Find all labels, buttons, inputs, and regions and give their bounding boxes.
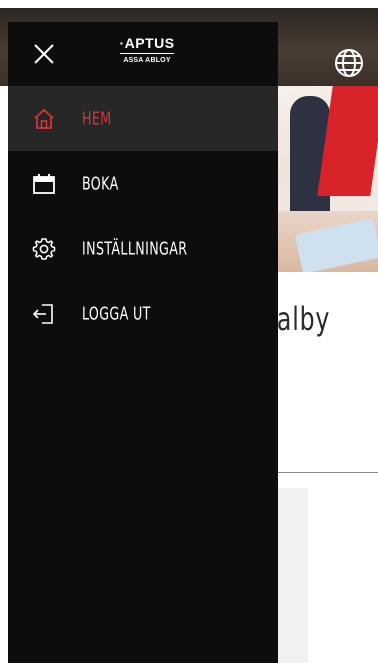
logo-main-text: ·APTUS	[119, 35, 175, 51]
menu-item-label: LOGGA UT	[82, 303, 151, 324]
hero-image	[270, 86, 378, 272]
close-button[interactable]	[26, 38, 62, 70]
navigation-drawer: ·APTUS ASSA ABLOY HEM BOKA INSTÄLLNINGAR…	[8, 22, 278, 663]
gear-icon	[32, 237, 56, 260]
menu-item-installningar[interactable]: INSTÄLLNINGAR	[8, 216, 278, 281]
menu-item-label: BOKA	[82, 173, 119, 194]
menu-item-hem[interactable]: HEM	[8, 86, 278, 151]
aptus-logo: ·APTUS ASSA ABLOY	[112, 34, 182, 74]
home-icon	[34, 108, 54, 129]
close-icon	[34, 44, 54, 64]
calendar-icon	[33, 173, 55, 194]
drawer-header: ·APTUS ASSA ABLOY	[8, 22, 278, 86]
divider	[270, 472, 378, 473]
language-button[interactable]	[332, 46, 366, 80]
logout-icon	[32, 303, 53, 324]
menu-item-label: INSTÄLLNINGAR	[82, 238, 188, 259]
menu-item-logga-ut[interactable]: LOGGA UT	[8, 281, 278, 346]
logo-sub-text: ASSA ABLOY	[123, 57, 171, 64]
drawer-menu: HEM BOKA INSTÄLLNINGAR LOGGA UT	[8, 86, 278, 346]
menu-item-label: HEM	[82, 108, 112, 129]
globe-icon	[335, 49, 363, 77]
logo-rule	[120, 53, 174, 54]
menu-item-boka[interactable]: BOKA	[8, 151, 278, 216]
